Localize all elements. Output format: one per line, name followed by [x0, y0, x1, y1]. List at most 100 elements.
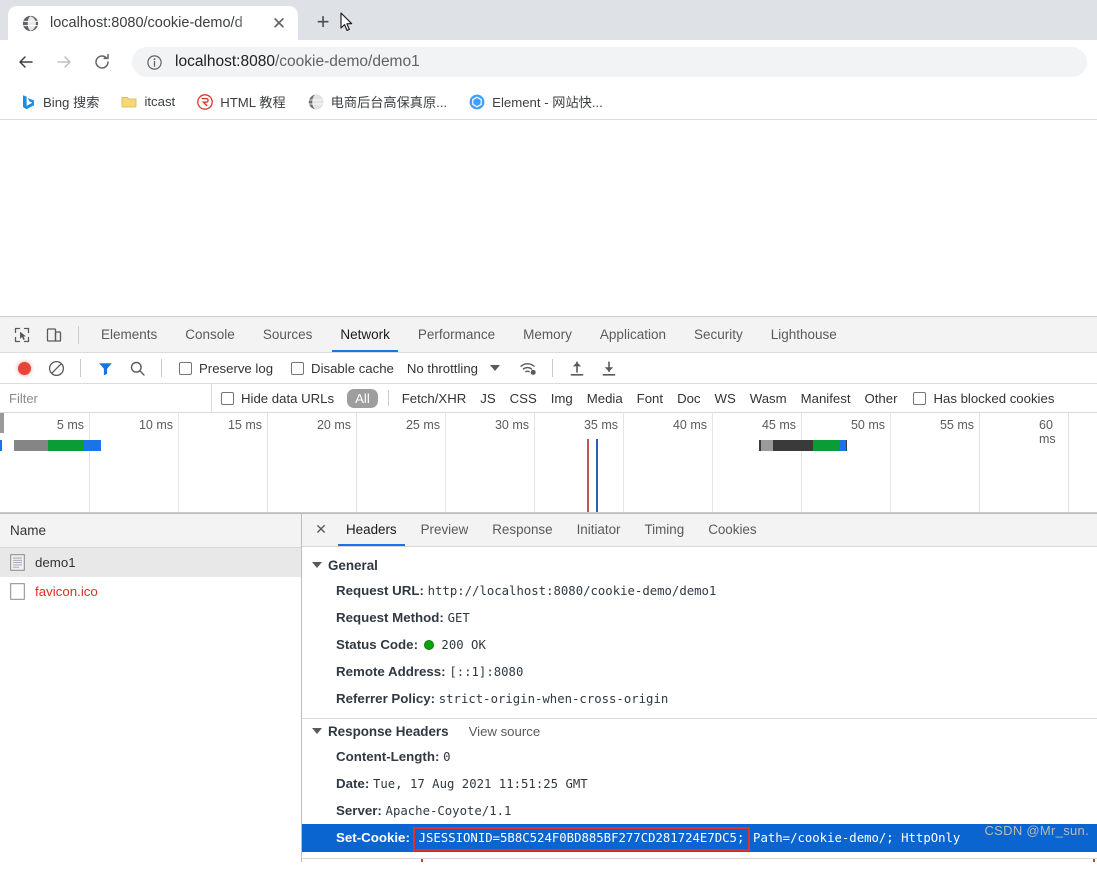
- details-tab-preview[interactable]: Preview: [409, 514, 481, 546]
- overview-request-bar-favicon[interactable]: [759, 440, 847, 451]
- info-circle-icon[interactable]: [146, 54, 163, 71]
- header-key: Status Code:: [336, 637, 419, 652]
- header-value: http://localhost:8080/cookie-demo/demo1: [427, 584, 717, 599]
- triangle-down-icon[interactable]: [312, 728, 322, 735]
- has-blocked-cookies-checkbox[interactable]: Has blocked cookies: [913, 391, 1054, 406]
- bookmark-element[interactable]: Element - 网站快...: [461, 89, 611, 115]
- request-list-header[interactable]: Name: [0, 514, 301, 548]
- tab-memory[interactable]: Memory: [509, 317, 586, 352]
- overview-tick-label: 15 ms: [227, 418, 262, 432]
- filter-type-js[interactable]: JS: [473, 391, 502, 406]
- set-cookie-attributes: Path=/cookie-demo/; HttpOnly: [753, 830, 961, 845]
- view-source-link[interactable]: View source: [469, 724, 541, 739]
- tab-application[interactable]: Application: [586, 317, 680, 352]
- filter-type-doc[interactable]: Doc: [670, 391, 707, 406]
- forward-icon[interactable]: [48, 46, 80, 78]
- overview-gridline: [623, 413, 624, 513]
- checkbox-box[interactable]: [221, 391, 234, 405]
- status-green-dot-icon: [423, 640, 434, 650]
- overview-tick-label: 50 ms: [850, 418, 885, 432]
- filter-type-all[interactable]: All: [347, 388, 378, 408]
- chevron-down-icon[interactable]: [490, 365, 500, 371]
- filter-type-media[interactable]: Media: [580, 391, 630, 406]
- request-row-favicon[interactable]: favicon.ico: [0, 577, 301, 606]
- filter-type-img[interactable]: Img: [544, 391, 580, 406]
- hide-data-urls-checkbox[interactable]: Hide data URLs: [221, 391, 334, 406]
- overview-request-bar-demo1[interactable]: [0, 440, 101, 451]
- header-row-request-url: Request URL: http://localhost:8080/cooki…: [302, 578, 1097, 605]
- download-arrow-icon[interactable]: [595, 354, 623, 382]
- bookmark-itcast[interactable]: itcast: [113, 89, 183, 115]
- back-icon[interactable]: [10, 46, 42, 78]
- devtools-main-toolbar: Elements Console Sources Network Perform…: [0, 317, 1097, 353]
- close-icon[interactable]: ✕: [268, 12, 290, 34]
- document-icon: [10, 583, 25, 600]
- filter-type-manifest[interactable]: Manifest: [794, 391, 858, 406]
- tab-network[interactable]: Network: [326, 317, 404, 352]
- details-tab-timing[interactable]: Timing: [633, 514, 697, 546]
- checkbox-box[interactable]: [291, 361, 305, 375]
- upload-arrow-icon[interactable]: [563, 354, 591, 382]
- page-content-area: [0, 120, 1097, 316]
- triangle-down-icon[interactable]: [312, 562, 322, 569]
- inspect-element-icon[interactable]: [8, 321, 36, 349]
- tab-console[interactable]: Console: [171, 317, 249, 352]
- request-row-demo1[interactable]: demo1: [0, 548, 301, 577]
- header-row-set-cookie[interactable]: Set-Cookie: JSESSIONID=5B8C524F0BD885BF2…: [302, 824, 1097, 853]
- device-toolbar-icon[interactable]: [40, 321, 68, 349]
- bookmark-label: HTML 教程: [220, 95, 286, 110]
- toolbar-divider: [78, 325, 79, 344]
- new-tab-button[interactable]: +: [308, 7, 338, 37]
- tab-lighthouse[interactable]: Lighthouse: [757, 317, 851, 352]
- header-row-date: Date: Tue, 17 Aug 2021 11:51:25 GMT: [302, 771, 1097, 798]
- tab-elements[interactable]: Elements: [87, 317, 171, 352]
- details-tab-response[interactable]: Response: [480, 514, 564, 546]
- browser-tab-active[interactable]: localhost:8080/cookie-demo/d ✕: [8, 6, 298, 40]
- filter-type-wasm[interactable]: Wasm: [743, 391, 794, 406]
- tab-sources[interactable]: Sources: [249, 317, 327, 352]
- wifi-settings-icon[interactable]: [514, 354, 542, 382]
- close-icon[interactable]: ✕: [308, 514, 334, 546]
- throttling-select[interactable]: No throttling: [407, 361, 478, 376]
- bookmark-bing[interactable]: Bing 搜索: [12, 89, 107, 115]
- annotation-red-box-bottom: [421, 859, 1095, 862]
- globe-icon: [22, 15, 39, 32]
- address-bar[interactable]: localhost:8080/cookie-demo/demo1: [132, 47, 1087, 77]
- preserve-log-checkbox[interactable]: Preserve log: [179, 361, 273, 376]
- filter-type-ws[interactable]: WS: [708, 391, 743, 406]
- header-key: Content-Length:: [336, 749, 440, 765]
- header-value: [::1]:8080: [449, 664, 524, 679]
- network-overview-timeline[interactable]: 5 ms 10 ms 15 ms 20 ms 25 ms 30 ms 35 ms…: [0, 413, 1097, 514]
- element-icon: [469, 94, 485, 110]
- clear-no-entry-icon[interactable]: [42, 354, 70, 382]
- details-tab-headers[interactable]: Headers: [334, 514, 409, 546]
- section-response-headers[interactable]: Response Headers View source: [302, 719, 1097, 744]
- overview-dcl-line: [587, 439, 589, 513]
- details-tab-initiator[interactable]: Initiator: [565, 514, 633, 546]
- filter-type-other[interactable]: Other: [857, 391, 904, 406]
- toolbar-divider: [161, 359, 162, 377]
- filter-type-font[interactable]: Font: [630, 391, 670, 406]
- bookmark-label: Bing 搜索: [43, 95, 100, 110]
- search-icon[interactable]: [123, 354, 151, 382]
- filter-input[interactable]: [0, 384, 212, 412]
- funnel-icon[interactable]: [91, 354, 119, 382]
- reload-icon[interactable]: [86, 46, 118, 78]
- section-general[interactable]: General: [302, 553, 1097, 578]
- jsessionid-highlight: JSESSIONID=5B8C524F0BD885BF277CD281724E7…: [412, 826, 751, 851]
- tab-security[interactable]: Security: [680, 317, 757, 352]
- checkbox-box[interactable]: [913, 391, 927, 405]
- bookmark-html-tutorial[interactable]: HTML 教程: [189, 89, 293, 115]
- disable-cache-checkbox[interactable]: Disable cache: [291, 361, 394, 376]
- headers-content: General Request URL: http://localhost:80…: [302, 546, 1097, 862]
- filter-type-fetchxhr[interactable]: Fetch/XHR: [395, 391, 474, 406]
- bookmark-ecommerce[interactable]: 电商后台高保真原...: [300, 89, 456, 115]
- header-key: Remote Address:: [336, 663, 446, 679]
- details-tab-cookies[interactable]: Cookies: [696, 514, 768, 546]
- overview-gridline: [801, 413, 802, 513]
- tab-performance[interactable]: Performance: [404, 317, 509, 352]
- record-dot-icon[interactable]: [10, 354, 38, 382]
- filter-type-css[interactable]: CSS: [503, 391, 544, 406]
- hide-data-urls-label: Hide data URLs: [241, 390, 335, 406]
- checkbox-box[interactable]: [179, 361, 192, 375]
